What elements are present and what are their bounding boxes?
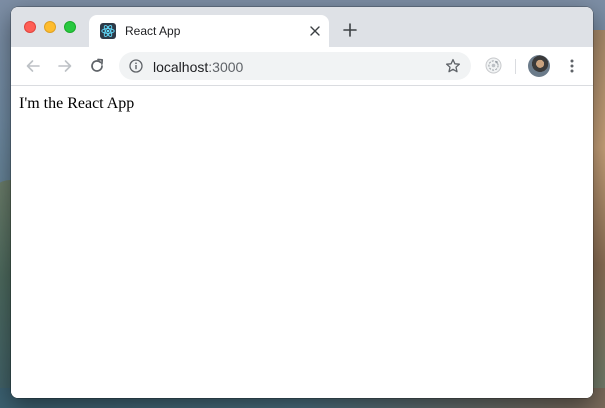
avatar[interactable] — [528, 55, 550, 77]
page-content: I'm the React App — [11, 86, 593, 398]
star-icon[interactable] — [445, 58, 461, 74]
url-port: :3000 — [208, 59, 244, 75]
reload-icon — [91, 58, 104, 72]
toolbar-divider — [515, 59, 516, 74]
tab-strip: React App — [11, 7, 593, 47]
close-icon[interactable] — [307, 23, 323, 39]
toolbar: localhost:3000 — [11, 47, 593, 86]
url-text[interactable]: localhost:3000 — [153, 59, 243, 75]
forward-button[interactable] — [55, 56, 75, 76]
new-tab-button[interactable] — [341, 21, 359, 39]
arrow-right-icon — [58, 60, 72, 72]
url-host: localhost — [153, 59, 209, 75]
info-icon[interactable] — [129, 59, 143, 73]
plus-icon — [343, 23, 357, 37]
tab-react-app[interactable]: React App — [89, 15, 329, 47]
page-text: I'm the React App — [19, 95, 135, 112]
reload-button[interactable] — [87, 56, 107, 76]
window-maximize-button[interactable] — [64, 21, 76, 33]
react-logo-icon — [100, 23, 116, 39]
kebab-menu-icon[interactable] — [564, 58, 580, 74]
arrow-left-icon — [26, 60, 40, 72]
browser-window: React App localhost:3000 I'm the React A… — [11, 7, 593, 398]
tab-title: React App — [125, 24, 181, 38]
address-bar[interactable]: localhost:3000 — [119, 52, 471, 80]
extension-icon[interactable] — [485, 57, 502, 74]
window-minimize-button[interactable] — [44, 21, 56, 33]
back-button[interactable] — [23, 56, 43, 76]
window-close-button[interactable] — [24, 21, 36, 33]
